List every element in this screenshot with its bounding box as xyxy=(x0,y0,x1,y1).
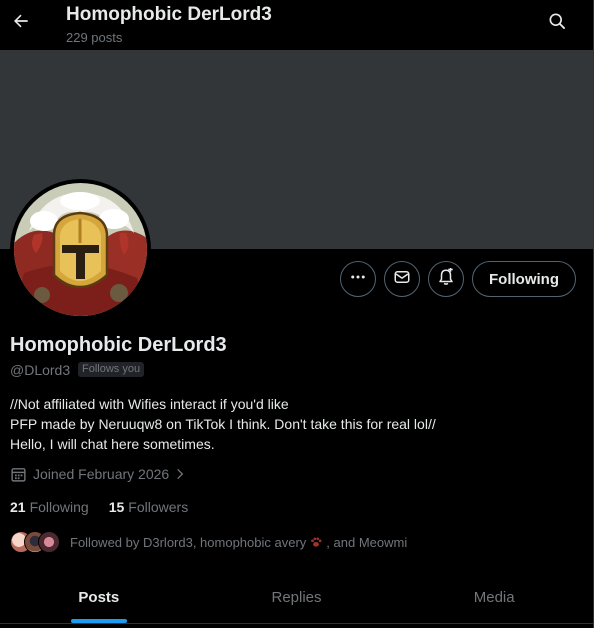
arrow-left-icon xyxy=(11,11,31,36)
follows-you-badge: Follows you xyxy=(78,362,145,377)
tab-media[interactable]: Media xyxy=(395,570,593,624)
followed-by[interactable]: Followed by D3rlord3, homophobic avery ,… xyxy=(10,529,407,555)
mini-avatar xyxy=(38,531,60,553)
search-icon xyxy=(547,11,567,36)
chevron-right-icon xyxy=(173,467,187,481)
joined-text: Joined February 2026 xyxy=(33,466,170,482)
followers-count-link[interactable]: 15 Followers xyxy=(109,499,188,515)
follow-stats: 21 Following 15 Followers xyxy=(10,499,188,515)
following-label: Following xyxy=(29,499,89,515)
more-icon xyxy=(349,268,367,291)
profile-page: Homophobic DerLord3 229 posts Following … xyxy=(0,0,594,628)
followers-count: 15 xyxy=(108,499,125,515)
tab-replies-label: Replies xyxy=(271,588,322,606)
notify-button[interactable] xyxy=(428,261,464,297)
bell-plus-icon xyxy=(437,266,455,291)
following-count-link[interactable]: 21 Following xyxy=(10,499,89,515)
followed-by-text: Followed by D3rlord3, homophobic avery ,… xyxy=(70,535,407,550)
more-button[interactable] xyxy=(340,261,376,297)
avatar-image xyxy=(14,183,147,316)
message-button[interactable] xyxy=(384,261,420,297)
back-button[interactable] xyxy=(4,6,38,40)
header-title: Homophobic DerLord3 xyxy=(66,4,272,25)
avatar[interactable] xyxy=(10,179,151,320)
tab-replies[interactable]: Replies xyxy=(198,570,396,624)
handle: @DLord3 xyxy=(10,362,71,378)
following-count: 21 xyxy=(10,499,26,515)
followed-by-names: Followed by D3rlord3, homophobic avery xyxy=(70,534,307,550)
paw-emoji-icon xyxy=(309,535,323,549)
divider xyxy=(0,623,593,624)
followed-by-names-end: , and Meowmi xyxy=(326,534,408,550)
envelope-icon xyxy=(393,268,411,291)
bio: //Not affiliated with Wifies interact if… xyxy=(10,394,436,454)
search-button[interactable] xyxy=(540,6,574,40)
top-bar: Homophobic DerLord3 229 posts xyxy=(0,0,593,50)
followers-label: Followers xyxy=(128,499,189,515)
bio-line: PFP made by Neruuqw8 on TikTok I think. … xyxy=(10,416,436,432)
joined-date[interactable]: Joined February 2026 xyxy=(10,464,187,484)
tab-posts-label: Posts xyxy=(78,588,120,606)
display-name: Homophobic DerLord3 xyxy=(10,334,227,356)
profile-tabs: Posts Replies Media xyxy=(0,570,593,624)
followed-by-avatars xyxy=(10,530,60,554)
tab-media-label: Media xyxy=(473,588,515,606)
following-button[interactable]: Following xyxy=(472,261,576,297)
calendar-icon xyxy=(10,466,27,483)
bio-line: Hello, I will chat here sometimes. xyxy=(10,436,215,452)
post-count: 229 posts xyxy=(66,30,123,45)
tab-posts[interactable]: Posts xyxy=(0,570,198,624)
bio-line: //Not affiliated with Wifies interact if… xyxy=(10,396,289,412)
